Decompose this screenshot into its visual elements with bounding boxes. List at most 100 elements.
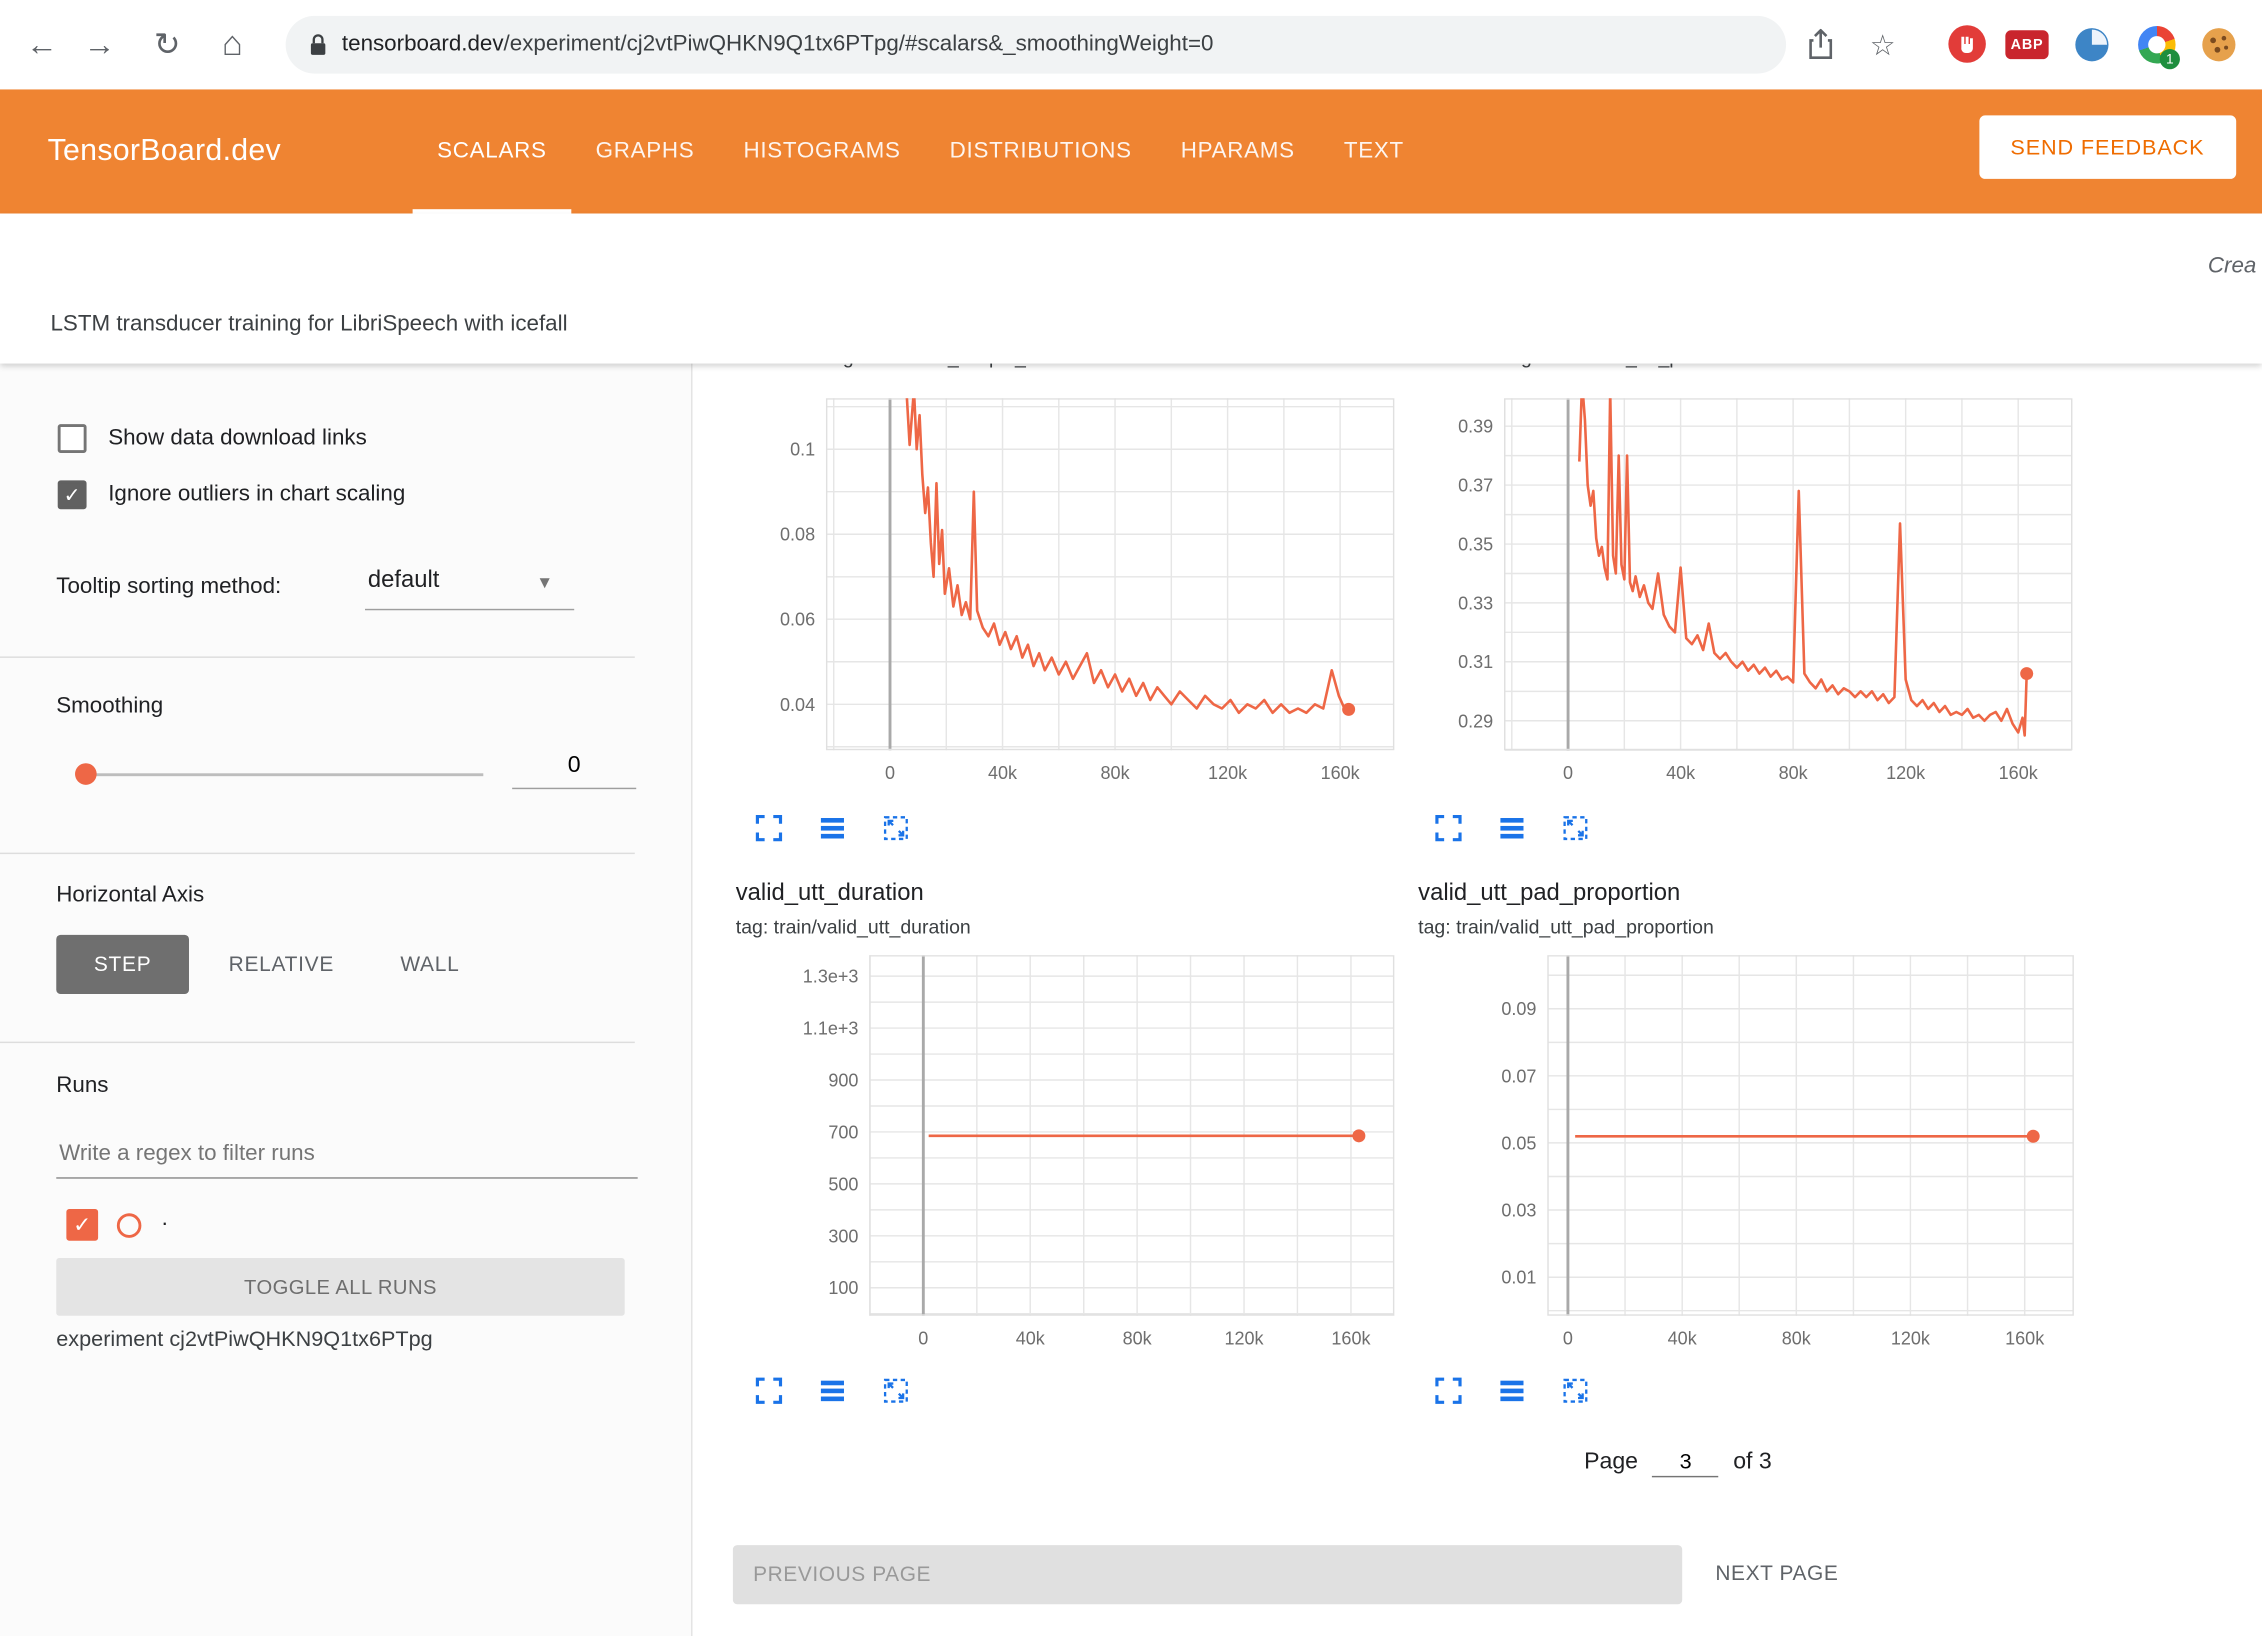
page-label: Page [1584, 1450, 1638, 1476]
svg-text:40k: 40k [1666, 763, 1696, 783]
scalar-chart[interactable]: 0.010.030.050.070.09040k80k120k160k [1461, 955, 2084, 1359]
fit-domain-icon[interactable] [1561, 1376, 1590, 1405]
divider [0, 656, 635, 657]
run-name-label[interactable]: . [162, 1206, 168, 1232]
smoothing-slider-track[interactable] [79, 773, 483, 776]
scalar-chart-svg: 1003005007009001.1e+31.3e+3040k80k120k16… [783, 955, 1405, 1359]
tab-histograms[interactable]: HISTOGRAMS [719, 89, 925, 213]
chart-actions [1434, 814, 1590, 843]
fit-domain-icon[interactable] [1561, 814, 1590, 843]
tooltip-sorting-select[interactable]: default [368, 567, 439, 594]
reload-icon[interactable]: ↻ [143, 0, 192, 89]
page-number-input[interactable] [1652, 1448, 1718, 1477]
star-icon[interactable]: ☆ [1858, 0, 1907, 89]
ignore-outliers-label[interactable]: Ignore outliers in chart scaling [108, 482, 405, 508]
toggle-all-runs-button[interactable]: TOGGLE ALL RUNS [56, 1258, 624, 1316]
chart-title: valid_utt_duration [736, 880, 924, 907]
home-icon[interactable]: ⌂ [208, 0, 257, 89]
adblock-extension-icon[interactable] [1948, 25, 1987, 64]
svg-text:0.06: 0.06 [780, 610, 815, 630]
svg-text:0.35: 0.35 [1458, 535, 1493, 555]
svg-text:40k: 40k [1668, 1329, 1698, 1349]
svg-text:300: 300 [828, 1226, 858, 1246]
axis-step-button[interactable]: STEP [56, 935, 189, 994]
scalar-chart[interactable]: 1003005007009001.1e+31.3e+3040k80k120k16… [783, 955, 1405, 1359]
chart-tag: tag: train/valid_utt_pad_proportion [1418, 916, 1714, 938]
fit-domain-icon[interactable] [881, 814, 910, 843]
app-header: TensorBoard.dev SCALARS GRAPHS HISTOGRAM… [0, 89, 2262, 213]
svg-text:0.07: 0.07 [1501, 1066, 1536, 1086]
svg-text:0.01: 0.01 [1501, 1268, 1536, 1288]
svg-text:0.04: 0.04 [780, 695, 815, 715]
svg-text:0: 0 [885, 763, 895, 783]
svg-text:80k: 80k [1101, 763, 1131, 783]
share-icon[interactable] [1796, 0, 1845, 89]
page-of-label: of 3 [1733, 1450, 1772, 1476]
show-download-label[interactable]: Show data download links [108, 426, 367, 452]
abp-extension-icon[interactable]: ABP [2005, 30, 2048, 59]
fit-domain-icon[interactable] [881, 1376, 910, 1405]
expand-chart-icon[interactable] [755, 814, 784, 843]
svg-text:0.08: 0.08 [780, 525, 815, 545]
cookie-icon[interactable] [2202, 27, 2237, 62]
toggle-yaxis-icon[interactable] [818, 1376, 847, 1405]
expand-chart-icon[interactable] [755, 1376, 784, 1405]
runs-label: Runs [56, 1073, 108, 1099]
svg-text:80k: 80k [1123, 1329, 1153, 1349]
dropdown-arrow-icon[interactable]: ▾ [540, 570, 550, 595]
axis-relative-button[interactable]: RELATIVE [209, 935, 353, 994]
send-feedback-button[interactable]: SEND FEEDBACK [1979, 115, 2237, 178]
svg-text:0.31: 0.31 [1458, 652, 1493, 672]
svg-text:40k: 40k [988, 763, 1018, 783]
experiment-title: LSTM transducer training for LibriSpeech… [50, 312, 567, 338]
tooltip-sorting-label: Tooltip sorting method: [56, 574, 281, 600]
svg-text:100: 100 [828, 1278, 858, 1298]
svg-text:80k: 80k [1782, 1329, 1812, 1349]
toggle-yaxis-icon[interactable] [1498, 814, 1527, 843]
chart-actions [1434, 1376, 1590, 1405]
svg-text:900: 900 [828, 1070, 858, 1090]
forward-icon[interactable]: → [75, 0, 124, 89]
url-bar[interactable]: tensorboard.dev/experiment/cj2vtPiwQHKN9… [286, 16, 1786, 74]
svg-text:80k: 80k [1779, 763, 1809, 783]
browser-window: ← → ↻ ⌂ tensorboard.dev/experiment/cj2vt… [0, 0, 2262, 1636]
next-page-button[interactable]: NEXT PAGE [1715, 1562, 1838, 1585]
svg-text:0.33: 0.33 [1458, 593, 1493, 613]
show-download-checkbox[interactable] [58, 424, 87, 453]
svg-text:40k: 40k [1016, 1329, 1046, 1349]
tab-distributions[interactable]: DISTRIBUTIONS [925, 89, 1156, 213]
smoothing-value-input[interactable] [512, 744, 636, 789]
smoothing-slider-thumb[interactable] [75, 763, 97, 785]
toggle-yaxis-icon[interactable] [818, 814, 847, 843]
scalar-chart[interactable]: 0.290.310.330.350.370.39040k80k120k160k [1425, 398, 2083, 793]
runs-filter-input[interactable] [56, 1131, 637, 1179]
dropdown-underline [365, 609, 574, 610]
svg-text:160k: 160k [1321, 763, 1361, 783]
tab-hparams[interactable]: HPARAMS [1156, 89, 1319, 213]
tab-text[interactable]: TEXT [1319, 89, 1428, 213]
svg-text:0.05: 0.05 [1501, 1133, 1536, 1153]
svg-text:0.03: 0.03 [1501, 1200, 1536, 1220]
axis-wall-button[interactable]: WALL [372, 935, 487, 994]
scalar-chart[interactable]: 0.040.060.080.1040k80k120k160k [747, 398, 1405, 793]
tab-graphs[interactable]: GRAPHS [571, 89, 719, 213]
pie-extension-icon[interactable] [2075, 27, 2110, 62]
svg-text:0.37: 0.37 [1458, 476, 1493, 496]
expand-chart-icon[interactable] [1434, 1376, 1463, 1405]
svg-text:0: 0 [1563, 1329, 1573, 1349]
chart-title: valid_utt_pad_proportion [1418, 880, 1680, 907]
ignore-outliers-checkbox[interactable]: ✓ [58, 480, 87, 509]
charts-panel: tag: train/valid_simple_loss tag: train/… [692, 364, 2262, 1636]
toggle-yaxis-icon[interactable] [1498, 1376, 1527, 1405]
svg-text:160k: 160k [1331, 1329, 1371, 1349]
divider [0, 853, 635, 854]
expand-chart-icon[interactable] [1434, 814, 1463, 843]
url-domain: tensorboard.dev [342, 32, 504, 57]
scalar-chart-svg: 0.010.030.050.070.09040k80k120k160k [1461, 955, 2084, 1359]
url-path: /experiment/cj2vtPiwQHKN9Q1tx6PTpg/#scal… [504, 32, 1214, 57]
previous-page-button[interactable]: PREVIOUS PAGE [733, 1545, 1682, 1604]
check-icon: ✓ [64, 483, 81, 508]
tab-scalars[interactable]: SCALARS [413, 89, 572, 213]
run-checkbox[interactable]: ✓ [66, 1209, 98, 1241]
back-icon[interactable]: ← [17, 0, 66, 89]
